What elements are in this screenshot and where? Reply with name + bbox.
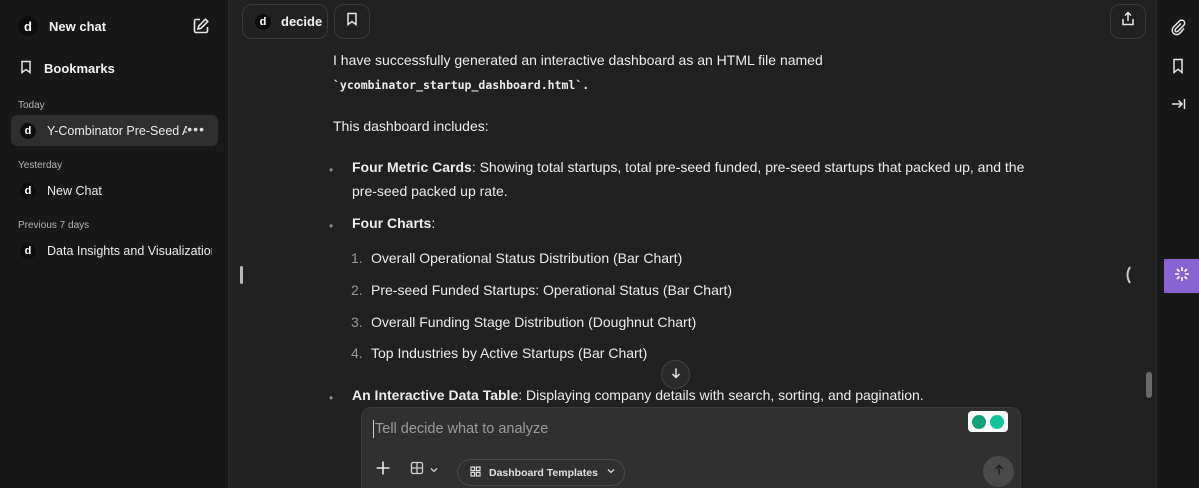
- list-number: 4.: [351, 345, 363, 361]
- section-previous-7-days: Previous 7 days: [18, 220, 90, 231]
- bullet-title: An Interactive Data Table: [352, 387, 519, 403]
- collapse-panel-icon[interactable]: [1169, 95, 1187, 113]
- right-rail: [1156, 0, 1199, 488]
- includes-heading: This dashboard includes:: [333, 118, 489, 134]
- scroll-to-bottom-button[interactable]: [661, 360, 690, 389]
- new-chat-label: New chat: [49, 18, 107, 34]
- templates-label: Dashboard Templates: [489, 466, 598, 479]
- bookmarks-link[interactable]: Bookmarks: [20, 60, 115, 77]
- bullet-item: Four Charts:: [352, 211, 1042, 235]
- app-logo: d: [18, 16, 38, 36]
- bullet-dot: •: [329, 163, 334, 177]
- list-number: 2.: [351, 282, 363, 298]
- arrow-down-icon: [670, 366, 682, 384]
- dashboard-templates-button[interactable]: Dashboard Templates: [457, 459, 625, 486]
- bullet-title: Four Metric Cards: [352, 159, 472, 175]
- sparkle-button[interactable]: [1164, 259, 1199, 293]
- logo-letter: d: [24, 18, 32, 34]
- chat-title: Data Insights and Visualization: [47, 243, 212, 258]
- intro-text: I have successfully generated an interac…: [333, 52, 823, 68]
- chat-item[interactable]: d Data Insights and Visualization: [11, 235, 218, 266]
- chevron-down-icon: [606, 466, 616, 479]
- bookmark-button[interactable]: [334, 4, 370, 39]
- assistant-name: decide: [281, 14, 323, 29]
- scrollbar-thumb[interactable]: [1146, 372, 1152, 398]
- chart-list-item: Overall Funding Stage Distribution (Doug…: [371, 314, 697, 330]
- bullet-text: :: [431, 215, 436, 231]
- arrow-up-icon: [993, 463, 1005, 481]
- chat-input[interactable]: Tell decide what to analyze: [373, 420, 548, 438]
- bullet-dot: •: [329, 391, 334, 405]
- filename-code: `ycombinator_startup_dashboard.html`.: [333, 78, 590, 92]
- extension-bulb-icon[interactable]: [972, 414, 986, 429]
- sidebar: d New chat Bookmarks Today d Y-Combinato…: [0, 0, 229, 488]
- chart-list-item: Top Industries by Active Startups (Bar C…: [371, 345, 648, 361]
- add-attachment-icon[interactable]: [374, 459, 392, 477]
- bullet-item: Four Metric Cards: Showing total startup…: [352, 155, 1042, 203]
- chat-title: Y-Combinator Pre-Seed A: [47, 123, 187, 138]
- section-today: Today: [18, 100, 45, 111]
- bookmarks-label: Bookmarks: [44, 61, 115, 76]
- grammarly-icon[interactable]: [990, 414, 1004, 429]
- bullet-item: An Interactive Data Table: Displaying co…: [352, 383, 1042, 407]
- share-icon: [1120, 11, 1136, 32]
- layout-selector[interactable]: [410, 461, 439, 480]
- list-number: 3.: [351, 314, 363, 330]
- share-button[interactable]: [1110, 4, 1146, 39]
- panel-resize-handle[interactable]: [1123, 265, 1133, 285]
- more-options-icon[interactable]: •••: [187, 122, 205, 136]
- grid-layout-icon: [410, 461, 424, 480]
- chart-list-item: Overall Operational Status Distribution …: [371, 250, 683, 266]
- send-button[interactable]: [983, 456, 1014, 487]
- bullet-dot: •: [329, 219, 334, 233]
- chat-title: New Chat: [47, 183, 102, 198]
- bookmark-icon: [346, 12, 358, 31]
- chart-list-item: Pre-seed Funded Startups: Operational St…: [371, 282, 733, 298]
- chat-logo-icon: d: [20, 242, 36, 259]
- bullet-title: Four Charts: [352, 215, 432, 231]
- sparkle-icon: [1173, 265, 1191, 288]
- new-chat-button[interactable]: d New chat: [18, 16, 106, 36]
- composer: Tell decide what to analyze Dashboard Te…: [361, 407, 1021, 488]
- bookmark-icon: [20, 60, 32, 77]
- chevron-down-icon: [429, 462, 439, 480]
- bookmark-icon[interactable]: [1169, 57, 1187, 75]
- compose-icon[interactable]: [192, 17, 212, 37]
- assistant-letter: d: [259, 15, 267, 28]
- bullet-text: : Displaying company details with search…: [518, 387, 924, 403]
- section-yesterday: Yesterday: [18, 160, 63, 171]
- chat-item[interactable]: d New Chat: [11, 175, 218, 206]
- assistant-selector[interactable]: d decide: [242, 4, 328, 39]
- chat-logo-icon: d: [20, 182, 36, 199]
- chat-input-placeholder: Tell decide what to analyze: [375, 421, 549, 437]
- sidebar-resize-handle[interactable]: [240, 266, 243, 284]
- templates-icon: [470, 465, 481, 480]
- assistant-logo-icon: d: [255, 13, 271, 30]
- chat-logo-icon: d: [20, 122, 36, 139]
- paperclip-icon[interactable]: [1169, 18, 1187, 36]
- extension-icons[interactable]: [968, 411, 1008, 432]
- list-number: 1.: [351, 250, 363, 266]
- message-intro: I have successfully generated an interac…: [333, 48, 1033, 97]
- chat-item[interactable]: d Y-Combinator Pre-Seed A •••: [11, 115, 218, 146]
